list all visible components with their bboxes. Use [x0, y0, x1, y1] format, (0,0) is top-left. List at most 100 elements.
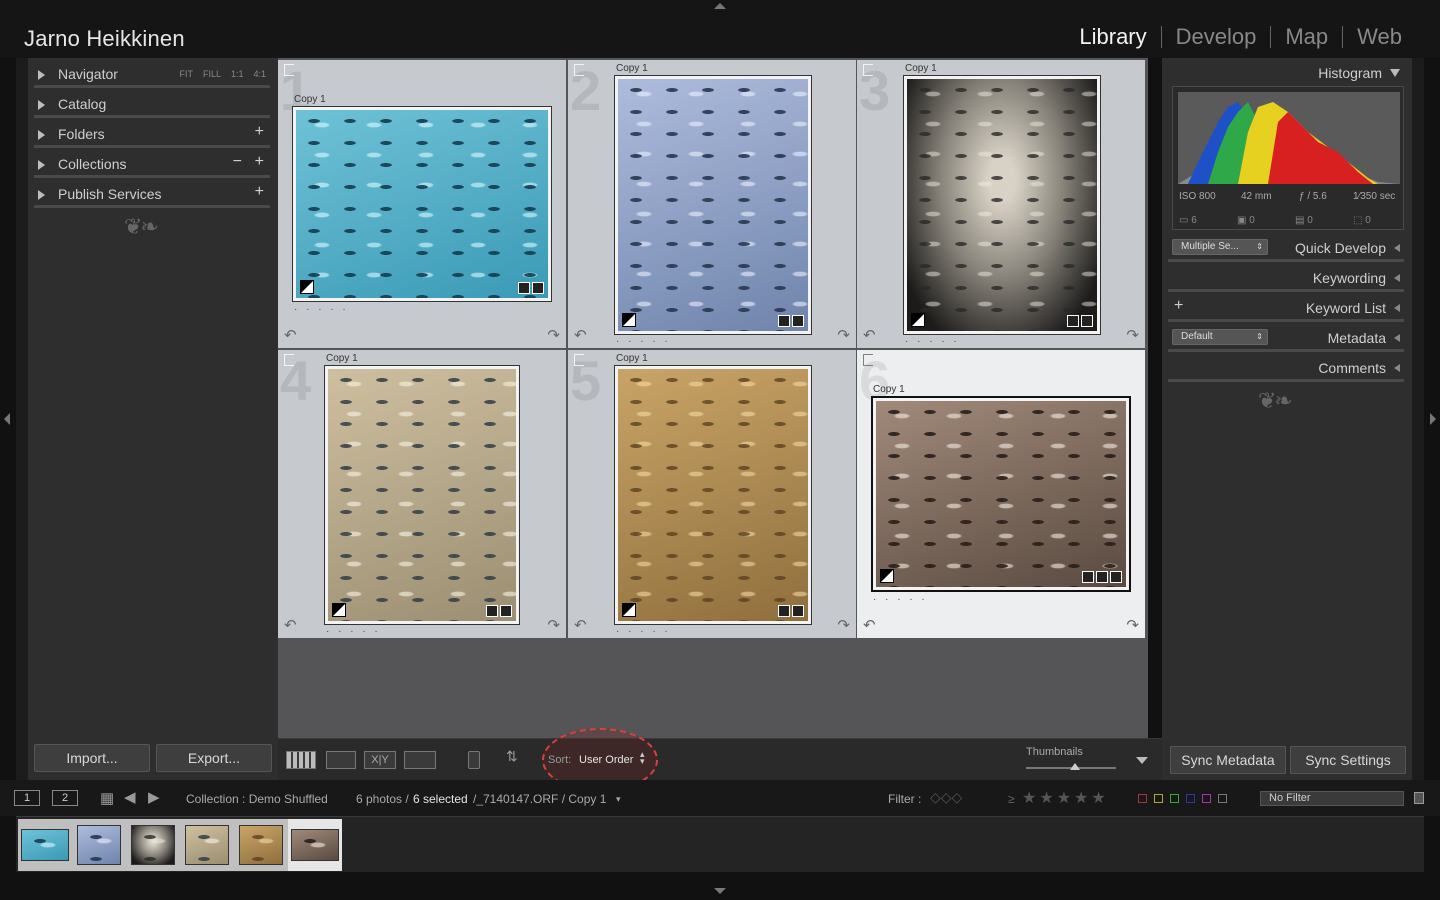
expand-triangle-icon[interactable]: [38, 190, 45, 200]
import-button[interactable]: Import...: [34, 744, 150, 772]
panel-metadata[interactable]: Default ⇕ Metadata: [1168, 324, 1404, 352]
flag-icon[interactable]: [863, 64, 873, 76]
expand-triangle-icon[interactable]: [1394, 304, 1400, 312]
zoom-1-1[interactable]: 1:1: [231, 69, 244, 79]
star-rating[interactable]: · · · · ·: [873, 594, 928, 605]
yellow-label-filter[interactable]: [1154, 794, 1163, 803]
flag-icon[interactable]: [574, 64, 584, 76]
painter-icon[interactable]: [468, 751, 480, 769]
thumbnail-frame[interactable]: [324, 365, 520, 625]
grid-view-icon[interactable]: ▦: [100, 789, 114, 807]
sort-direction-icon[interactable]: ⇅: [506, 748, 518, 765]
forward-arrow-icon[interactable]: ▶: [148, 788, 160, 806]
source-collection[interactable]: Collection : Demo Shuffled: [186, 792, 328, 806]
add-collection-icon[interactable]: +: [255, 153, 264, 171]
remove-collection-icon[interactable]: −: [233, 153, 242, 171]
rotate-right-icon[interactable]: ↷: [1126, 616, 1139, 634]
expand-triangle-icon[interactable]: [38, 130, 45, 140]
rotate-left-icon[interactable]: ↶: [863, 326, 876, 344]
panel-keywording[interactable]: Keywording: [1168, 264, 1404, 292]
filmstrip-thumb-active[interactable]: [288, 819, 342, 871]
rotate-right-icon[interactable]: ↷: [837, 616, 850, 634]
grid-cell[interactable]: 1 Copy 1 · · · · · ↶ ↷: [278, 59, 566, 348]
filmstrip-thumb[interactable]: [234, 819, 288, 871]
filter-lock-icon[interactable]: [1414, 792, 1424, 804]
file-menu-arrow-icon[interactable]: ▾: [616, 794, 621, 805]
rotate-left-icon[interactable]: ↶: [284, 326, 297, 344]
thumbnail-frame[interactable]: [614, 75, 812, 335]
flag-icon[interactable]: [284, 64, 294, 76]
rating-filter-stars[interactable]: ★★★★★: [1022, 788, 1109, 808]
module-web[interactable]: Web: [1343, 24, 1416, 50]
flag-filter-icons[interactable]: ◇◇◇: [930, 789, 962, 806]
secondary-window-button[interactable]: 2: [52, 790, 78, 806]
preset-select[interactable]: Multiple Se... ⇕: [1172, 239, 1268, 255]
rotate-right-icon[interactable]: ↷: [837, 326, 850, 344]
gray-label-filter[interactable]: [1218, 794, 1227, 803]
grid-cell-selected[interactable]: 6 Copy 1 · · · · · ↶ ↷: [857, 349, 1145, 638]
panel-publish-services[interactable]: Publish Services +: [34, 180, 270, 208]
compare-view-icon[interactable]: X|Y: [364, 751, 396, 769]
star-rating[interactable]: · · · · ·: [616, 626, 671, 637]
survey-view-icon[interactable]: [404, 751, 436, 769]
thumbnail-frame[interactable]: [871, 396, 1131, 592]
star-rating[interactable]: · · · · ·: [326, 626, 381, 637]
expand-triangle-icon[interactable]: [1394, 364, 1400, 372]
export-button[interactable]: Export...: [156, 744, 272, 772]
add-folder-icon[interactable]: +: [255, 123, 264, 141]
primary-window-button[interactable]: 1: [14, 790, 40, 806]
metadata-preset-select[interactable]: Default ⇕: [1172, 329, 1268, 345]
panel-quick-develop[interactable]: Multiple Se... ⇕ Quick Develop: [1168, 234, 1404, 262]
rotate-left-icon[interactable]: ↶: [574, 326, 587, 344]
module-develop[interactable]: Develop: [1162, 24, 1271, 50]
panel-folders[interactable]: Folders +: [34, 120, 270, 148]
current-file[interactable]: /_7140147.ORF / Copy 1: [473, 792, 606, 806]
expand-triangle-icon[interactable]: [1394, 274, 1400, 282]
grid-cell[interactable]: 2 Copy 1 · · · · · ↶ ↷: [568, 59, 856, 348]
expand-triangle-icon[interactable]: [1394, 334, 1400, 342]
module-library[interactable]: Library: [1065, 24, 1160, 50]
purple-label-filter[interactable]: [1202, 794, 1211, 803]
slider-knob[interactable]: [1070, 763, 1080, 770]
star-rating[interactable]: · · · · ·: [905, 336, 960, 347]
grid-cell[interactable]: 4 Copy 1 · · · · · ↶ ↷: [278, 349, 566, 638]
thumbnail-frame[interactable]: [614, 365, 812, 625]
rotate-left-icon[interactable]: ↶: [574, 616, 587, 634]
red-label-filter[interactable]: [1138, 794, 1147, 803]
rotate-right-icon[interactable]: ↷: [547, 326, 560, 344]
star-rating[interactable]: · · · · ·: [616, 336, 671, 347]
loupe-view-icon[interactable]: [326, 751, 356, 769]
thumbnail-frame[interactable]: [292, 106, 552, 302]
filmstrip-thumb[interactable]: [18, 819, 72, 871]
expand-triangle-icon[interactable]: [1394, 244, 1400, 252]
flag-icon[interactable]: [284, 354, 294, 366]
filmstrip-thumb[interactable]: [72, 819, 126, 871]
collapse-triangle-icon[interactable]: [1390, 69, 1400, 77]
grid-cell[interactable]: 5 Copy 1 · · · · · ↶ ↷: [568, 349, 856, 638]
panel-keyword-list[interactable]: + Keyword List: [1168, 294, 1404, 322]
back-arrow-icon[interactable]: ◀: [124, 788, 136, 806]
zoom-fit[interactable]: FIT: [179, 69, 193, 79]
filmstrip-thumb[interactable]: [180, 819, 234, 871]
collapse-right-icon[interactable]: [1430, 413, 1436, 425]
module-map[interactable]: Map: [1271, 24, 1342, 50]
grid-view-icon[interactable]: [286, 751, 316, 769]
zoom-4-1[interactable]: 4:1: [253, 69, 266, 79]
panel-catalog[interactable]: Catalog: [34, 90, 270, 118]
green-label-filter[interactable]: [1170, 794, 1179, 803]
expand-triangle-icon[interactable]: [38, 160, 45, 170]
star-rating[interactable]: · · · · ·: [294, 304, 349, 315]
rating-operator[interactable]: ≥: [1008, 792, 1015, 806]
filmstrip-thumb[interactable]: [126, 819, 180, 871]
panel-comments[interactable]: Comments: [1168, 354, 1404, 382]
rotate-right-icon[interactable]: ↷: [1126, 326, 1139, 344]
rotate-left-icon[interactable]: ↶: [284, 616, 297, 634]
collapse-left-icon[interactable]: [4, 413, 10, 425]
sort-select[interactable]: User Order: [579, 754, 633, 766]
panel-navigator[interactable]: Navigator FIT FILL 1:1 4:1: [34, 60, 270, 88]
toolbar-menu-icon[interactable]: [1136, 757, 1148, 764]
flag-icon[interactable]: [863, 354, 873, 366]
grid-cell[interactable]: 3 Copy 1 · · · · · ↶ ↷: [857, 59, 1145, 348]
panel-collections[interactable]: Collections − +: [34, 150, 270, 178]
collapse-bottom-icon[interactable]: [714, 888, 726, 894]
